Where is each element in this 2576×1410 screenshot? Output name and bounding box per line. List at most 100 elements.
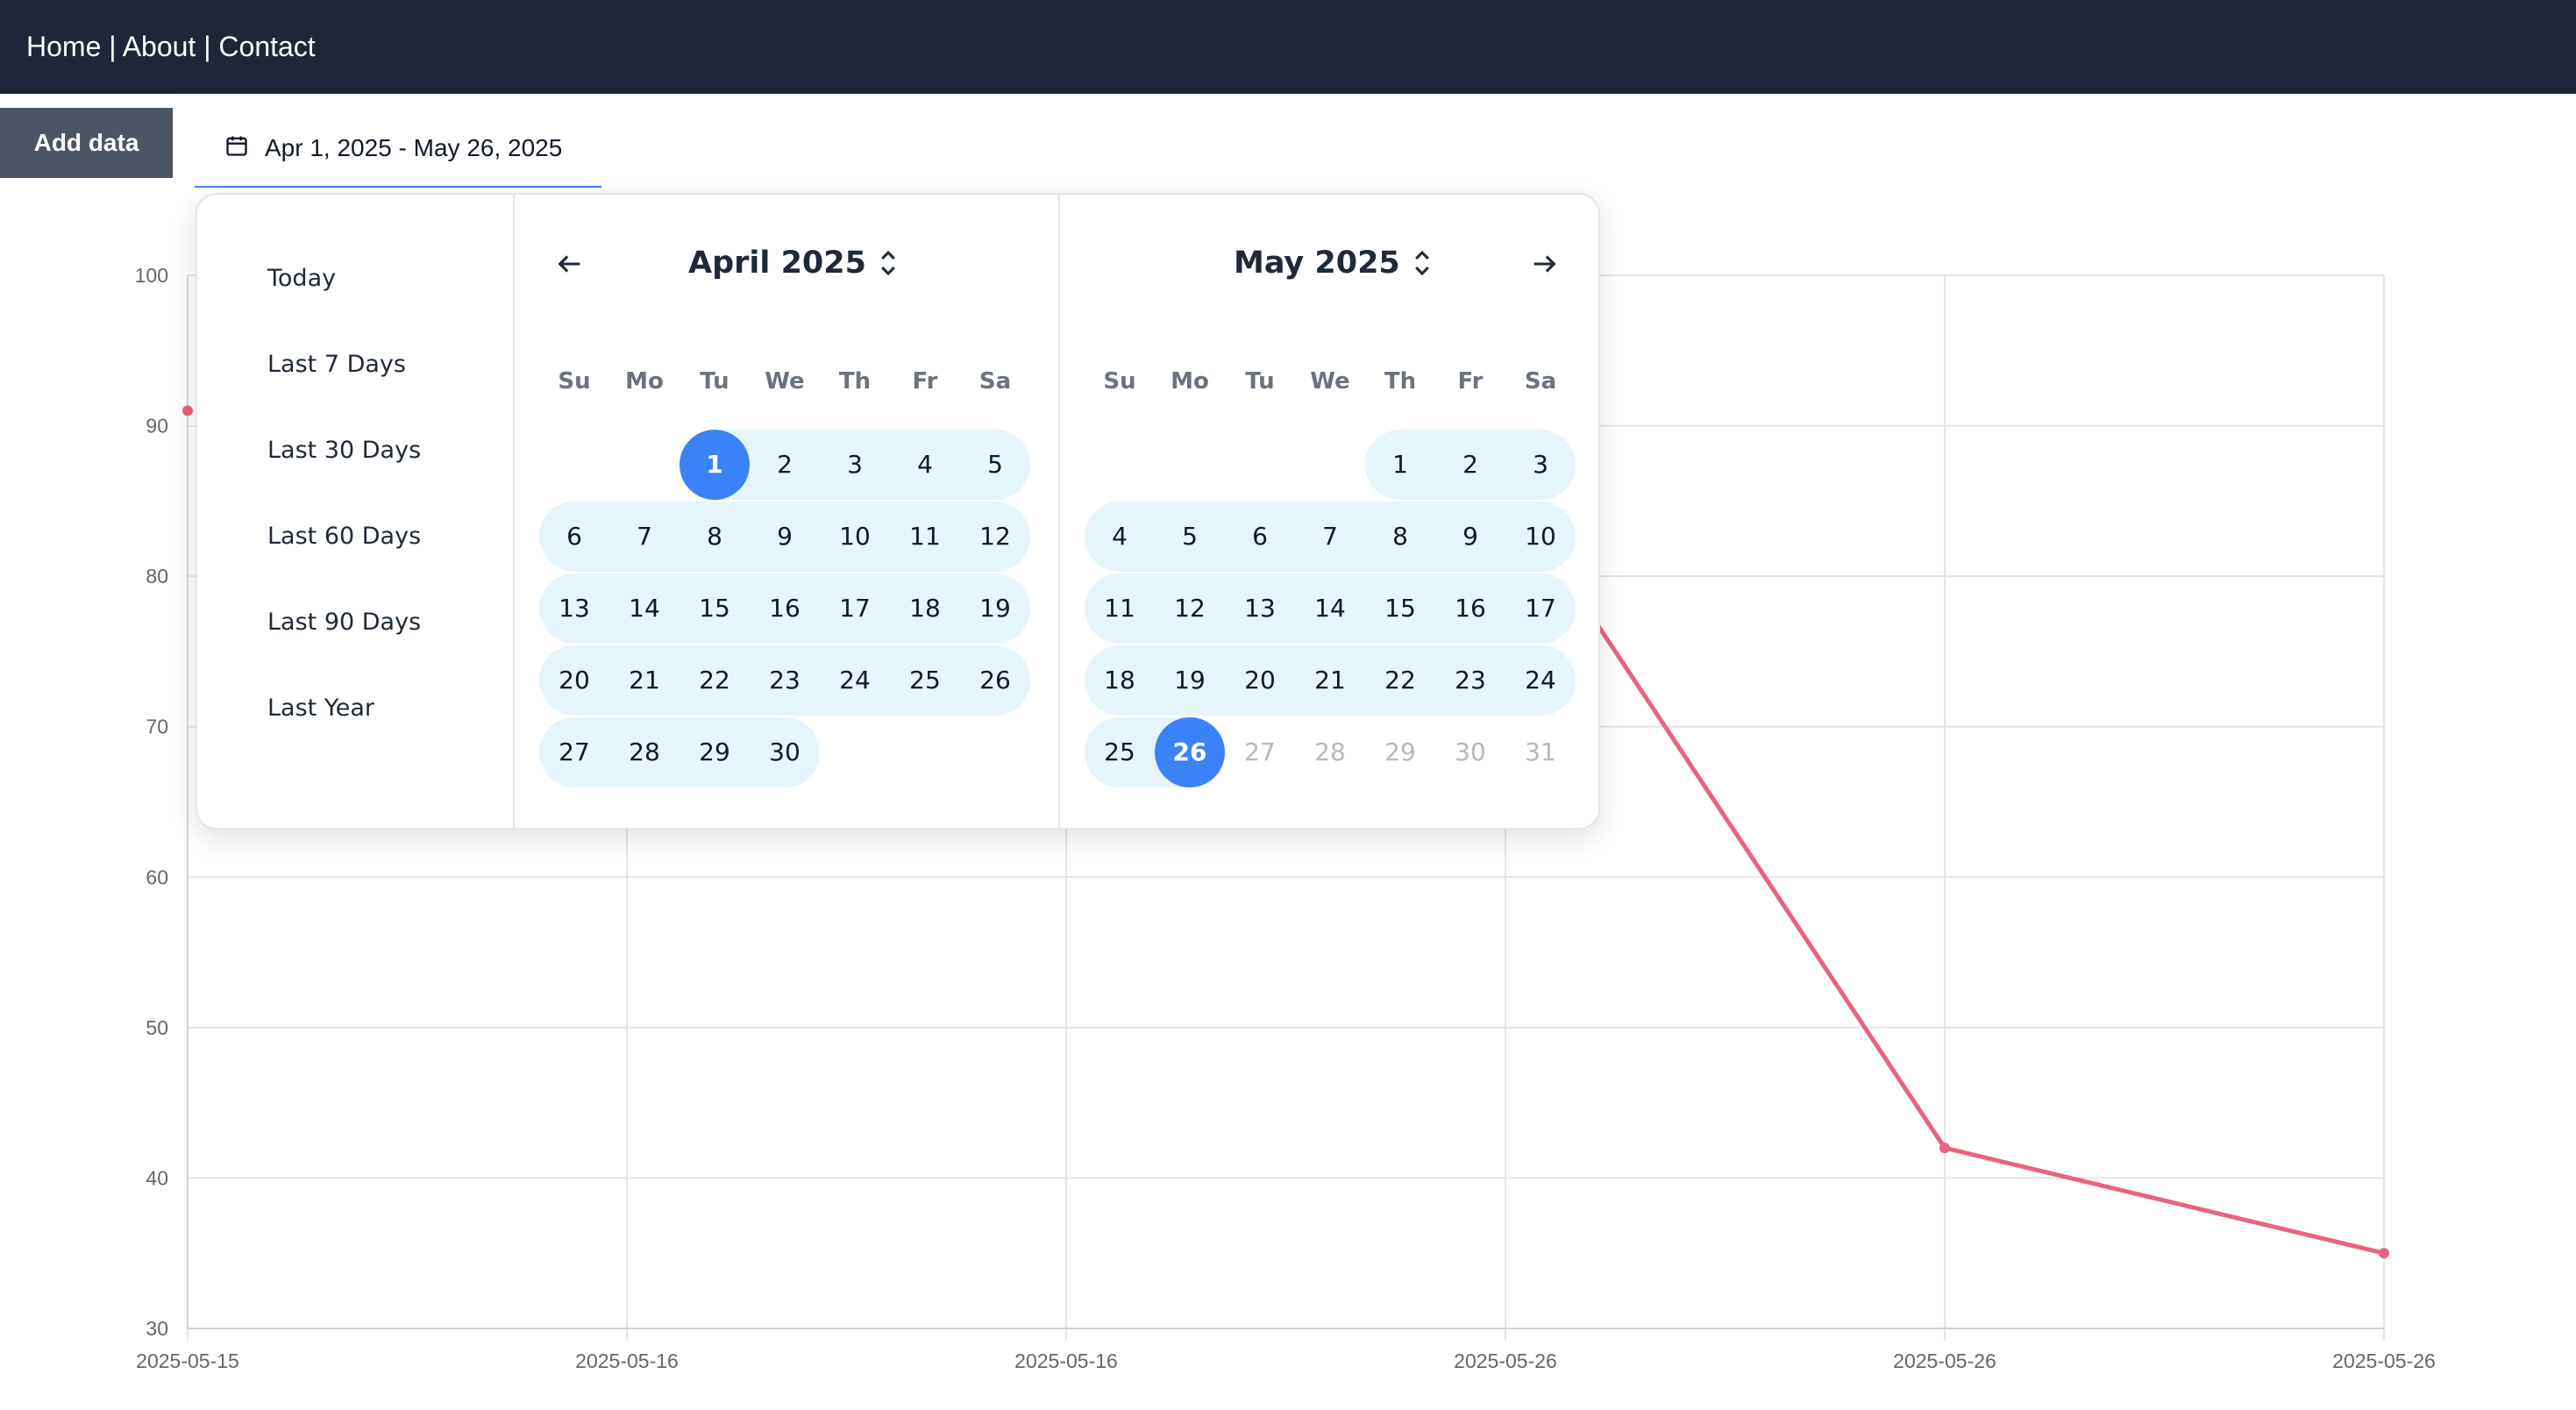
prev-month-button[interactable] [555,249,585,279]
y-tick-label: 90 [146,415,168,438]
day-cell[interactable]: 8 [680,502,750,572]
y-tick-label: 60 [146,865,168,888]
day-cell[interactable]: 14 [609,573,680,644]
day-cell[interactable]: 11 [1085,573,1155,644]
weekday-header: Th [1384,368,1417,395]
data-point [1939,1143,1950,1154]
day-cell[interactable]: 15 [1365,573,1435,644]
series-line-segment [1944,1145,2385,1256]
day-cell[interactable]: 25 [890,645,960,716]
day-cell[interactable]: 2 [1435,430,1505,500]
day-cell[interactable]: 17 [1505,573,1576,644]
day-cell[interactable]: 28 [609,717,680,787]
y-tick-label: 40 [146,1166,168,1189]
day-cell[interactable]: 25 [1085,717,1155,787]
day-cell[interactable]: 19 [1155,645,1225,716]
month-title-select[interactable]: April 2025 [688,246,898,281]
day-cell[interactable]: 18 [1085,645,1155,716]
weekday-header: We [1310,368,1350,395]
day-cell[interactable]: 1 [680,430,750,500]
y-tick-label: 30 [146,1317,168,1340]
day-cell[interactable]: 12 [960,502,1030,572]
x-tick-label: 2025-05-16 [1014,1349,1118,1372]
preset-today[interactable]: Today [267,265,336,292]
day-cell[interactable]: 29 [1365,717,1435,787]
y-tick-label: 100 [135,264,168,287]
next-month-button[interactable] [1529,249,1559,279]
day-cell[interactable]: 27 [539,717,609,787]
day-cell[interactable]: 23 [1435,645,1505,716]
day-cell[interactable]: 20 [539,645,609,716]
day-cell[interactable]: 3 [1505,430,1576,500]
month-panel-april: April 2025 Su Mo Tu We Th Fr Sa 1 2 3 4 5 6 7 8 9 10 11 12… [513,195,1060,828]
day-cell[interactable]: 13 [1225,573,1295,644]
day-cell[interactable]: 5 [960,430,1030,500]
day-cell[interactable]: 17 [820,573,890,644]
day-cell[interactable]: 5 [1155,502,1225,572]
weekday-header: Tu [700,368,729,395]
day-cell[interactable]: 9 [750,502,820,572]
day-cell[interactable]: 16 [1435,573,1505,644]
day-cell[interactable]: 29 [680,717,750,787]
day-cell[interactable]: 2 [750,430,820,500]
day-cell[interactable]: 16 [750,573,820,644]
day-cell[interactable]: 3 [820,430,890,500]
x-tick-label: 2025-05-16 [575,1349,679,1372]
day-cell[interactable]: 13 [539,573,609,644]
month-panel-may: May 2025 Su Mo Tu We Th Fr Sa 1 2 3 4 5 6 7 8 9 10 11 12 13… [1058,195,1600,828]
day-cell[interactable]: 10 [820,502,890,572]
weekday-header: Mo [1171,368,1209,395]
preset-last-90-days[interactable]: Last 90 Days [267,609,421,636]
day-cell[interactable]: 7 [1295,502,1365,572]
day-cell[interactable]: 26 [1155,717,1225,787]
day-cell[interactable]: 12 [1155,573,1225,644]
day-cell[interactable]: 21 [609,645,680,716]
x-tick-label: 2025-05-15 [136,1349,239,1372]
day-cell[interactable]: 23 [750,645,820,716]
date-range-picker: Today Last 7 Days Last 30 Days Last 60 Days… [196,193,1600,830]
arrow-left-icon [558,255,580,273]
day-cell[interactable]: 6 [539,502,609,572]
weekday-header: Fr [912,368,938,395]
data-point [182,405,193,417]
day-cell[interactable]: 4 [890,430,960,500]
preset-last-60-days[interactable]: Last 60 Days [267,523,421,550]
day-cell[interactable]: 22 [680,645,750,716]
weekday-header: We [765,368,805,395]
day-cell[interactable]: 27 [1225,717,1295,787]
day-cell[interactable]: 14 [1295,573,1365,644]
preset-last-7-days[interactable]: Last 7 Days [267,351,406,378]
day-cell[interactable]: 26 [960,645,1030,716]
y-tick-label: 50 [146,1016,168,1039]
month-title-select[interactable]: May 2025 [1234,246,1432,281]
day-cell[interactable]: 30 [1435,717,1505,787]
day-cell[interactable]: 6 [1225,502,1295,572]
day-cell[interactable]: 1 [1365,430,1435,500]
day-cell[interactable]: 7 [609,502,680,572]
weekday-header: Tu [1245,368,1275,395]
day-cell[interactable]: 24 [820,645,890,716]
day-cell[interactable]: 22 [1365,645,1435,716]
day-cell[interactable]: 15 [680,573,750,644]
day-cell[interactable]: 31 [1505,717,1576,787]
day-cell[interactable]: 20 [1225,645,1295,716]
day-cell[interactable]: 24 [1505,645,1576,716]
day-cell[interactable]: 19 [960,573,1030,644]
day-cell[interactable]: 10 [1505,502,1576,572]
day-cell[interactable]: 8 [1365,502,1435,572]
day-cell[interactable]: 9 [1435,502,1505,572]
month-title: May 2025 [1234,246,1400,281]
day-cell[interactable]: 4 [1085,502,1155,572]
day-cell[interactable]: 18 [890,573,960,644]
preset-last-year[interactable]: Last Year [267,694,374,722]
preset-last-30-days[interactable]: Last 30 Days [267,437,421,464]
day-cell[interactable]: 21 [1295,645,1365,716]
x-tick-label: 2025-05-26 [1454,1349,1557,1372]
y-tick-label: 80 [146,565,168,588]
preset-list: Today Last 7 Days Last 30 Days Last 60 Days… [197,195,515,828]
y-tick-label: 70 [146,716,168,738]
day-cell[interactable]: 28 [1295,717,1365,787]
day-cell[interactable]: 30 [750,717,820,787]
day-cell[interactable]: 11 [890,502,960,572]
weekday-header: Fr [1457,368,1484,395]
